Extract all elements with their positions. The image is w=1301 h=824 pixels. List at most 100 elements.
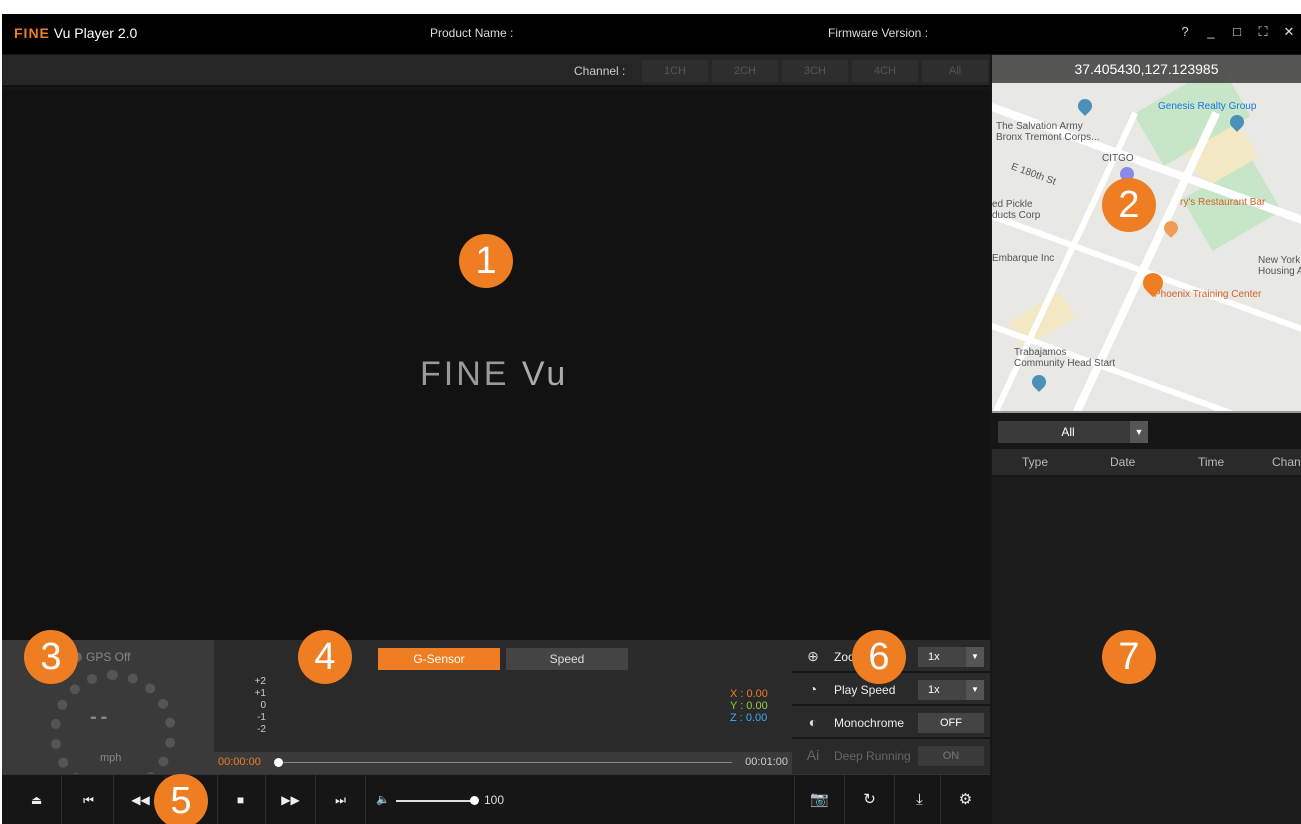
minimize-button[interactable]: _ (1205, 24, 1217, 40)
annotation-badge-4: 4 (298, 630, 352, 684)
maximize-button[interactable]: □ (1231, 24, 1243, 40)
timeline-track[interactable] (278, 762, 732, 763)
app-title: Player 2.0 (74, 25, 138, 41)
graph-scale-label: +2 (254, 676, 266, 687)
gear-icon: ⚙ (958, 791, 973, 808)
rotate-icon: ↻ (863, 791, 876, 808)
volume-value: 100 (484, 793, 505, 807)
speed-value: -- (90, 706, 112, 728)
brand-suffix: Vu (53, 25, 71, 41)
app-logo: FINE Vu Player 2.0 (14, 25, 137, 41)
volume-slider-handle[interactable] (470, 796, 479, 805)
channel-all-button[interactable]: All (922, 60, 988, 82)
eject-icon: ⏏ (30, 793, 43, 807)
brightness-icon: ◐ (808, 714, 818, 730)
map-label-genesis: Genesis Realty Group (1158, 101, 1257, 112)
download-icon: ⤓ (916, 791, 923, 808)
play-speed-select[interactable]: 1x ▼ (918, 680, 984, 700)
graph-scale-label: 0 (260, 700, 266, 711)
video-watermark-logo: FINE Vu (420, 355, 568, 394)
firmware-version-label: Firmware Version : (828, 26, 929, 40)
title-bar: FINE Vu Player 2.0 Product Name : Firmwa… (2, 14, 1301, 54)
column-header-date[interactable]: Date (1110, 455, 1135, 469)
chevron-down-icon: ▼ (966, 647, 984, 667)
stop-button[interactable]: ■ (216, 775, 266, 824)
monochrome-toggle[interactable]: OFF (918, 713, 984, 733)
deep-running-label: Deep Running (834, 749, 911, 763)
map-label-trabajamos: Trabajamos Community Head Start (1014, 347, 1116, 369)
annotation-badge-1: 1 (459, 234, 513, 288)
fullscreen-button[interactable]: ⛶ (1257, 24, 1269, 40)
map-label-newyork: New York Housing A (1258, 255, 1301, 277)
column-header-type[interactable]: Type (1022, 455, 1048, 469)
play-speed-label: Play Speed (834, 683, 896, 697)
volume-slider[interactable] (396, 800, 476, 802)
annotation-badge-6: 6 (852, 630, 906, 684)
channel-3ch-button[interactable]: 3CH (782, 60, 848, 82)
zoom-in-icon: ⊕ (807, 648, 819, 664)
channel-2ch-button[interactable]: 2CH (712, 60, 778, 82)
deep-running-toggle[interactable]: ON (918, 746, 984, 766)
window-controls: ? _ □ ⛶ ✕ (1179, 24, 1295, 40)
gps-map[interactable]: Genesis Realty Group The Salvation Army … (992, 55, 1301, 413)
map-label-pickle: ed Pickle ducts Corp (992, 199, 1041, 221)
download-button[interactable]: ⤓ (894, 775, 944, 824)
brand-mark: FINE (14, 25, 50, 41)
tab-speed[interactable]: Speed (506, 648, 628, 670)
skip-previous-icon: ⏮ (83, 793, 94, 807)
zoom-value: 1x (928, 651, 940, 663)
settings-button[interactable]: ⚙ (940, 775, 990, 824)
fast-forward-icon: ▶▶ (281, 793, 300, 807)
play-speed-value: 1x (928, 684, 940, 696)
monochrome-label: Monochrome (834, 716, 905, 730)
channel-1ch-button[interactable]: 1CH (642, 60, 708, 82)
map-label-phoenix: Phoenix Training Center (1154, 289, 1262, 300)
close-button[interactable]: ✕ (1283, 24, 1295, 40)
graph-scale-label: -2 (257, 724, 266, 735)
eject-button[interactable]: ⏏ (12, 775, 62, 824)
rewind-icon: ◀◀ (131, 793, 150, 807)
annotation-badge-3: 3 (24, 630, 78, 684)
speed-unit: mph (100, 752, 122, 764)
chevron-down-icon: ▼ (1130, 421, 1148, 443)
gps-status-label: GPS Off (86, 650, 131, 664)
fast-forward-button[interactable]: ▶▶ (266, 775, 316, 824)
playback-controls-bar: ⏏ ⏮ ◀◀ ▶ ■ ▶▶ ⏭ 🔈 100 📷 ↻ ⤓ ⚙ (2, 774, 990, 824)
zoom-select[interactable]: 1x ▼ (918, 647, 984, 667)
event-list-panel: All ▼ Type Date Time Channel (992, 415, 1301, 824)
gps-coordinates: 37.405430,127.123985 (992, 55, 1301, 83)
map-label-embarque: Embarque Inc (992, 253, 1055, 264)
y-axis-value: Y : 0.00 (730, 700, 768, 712)
camera-icon: 📷 (810, 791, 829, 808)
column-header-time[interactable]: Time (1198, 455, 1224, 469)
map-pin-icon (1075, 96, 1095, 116)
rotate-button[interactable]: ↻ (844, 775, 894, 824)
snapshot-button[interactable]: 📷 (794, 775, 844, 824)
next-file-button[interactable]: ⏭ (316, 775, 366, 824)
playback-timeline[interactable]: 00:00:00 00:01:00 (214, 752, 792, 774)
skip-next-icon: ⏭ (335, 793, 346, 807)
player-window: FINE Vu Player 2.0 Product Name : Firmwa… (2, 14, 1301, 824)
stop-icon: ■ (236, 793, 245, 807)
tab-g-sensor[interactable]: G-Sensor (378, 648, 500, 670)
help-button[interactable]: ? (1179, 24, 1191, 40)
annotation-badge-5: 5 (154, 774, 208, 824)
event-filter-dropdown[interactable]: All ▼ (998, 421, 1148, 443)
timeline-scrubber-handle[interactable] (274, 758, 283, 767)
previous-file-button[interactable]: ⏮ (64, 775, 114, 824)
volume-icon[interactable]: 🔈 (376, 793, 390, 806)
channel-4ch-button[interactable]: 4CH (852, 60, 918, 82)
event-filter-value: All (1061, 425, 1075, 439)
product-name-label: Product Name : (430, 26, 514, 40)
map-label-street-180: E 180th St (1009, 161, 1058, 188)
z-axis-value: Z : 0.00 (730, 712, 768, 724)
channel-label: Channel : (574, 64, 626, 78)
video-viewport[interactable]: FINE Vu (2, 89, 990, 640)
graph-scale-label: +1 (254, 688, 266, 699)
column-header-channel[interactable]: Channel (1272, 455, 1301, 469)
graph-scale-label: -1 (257, 712, 266, 723)
channel-bar: Channel : 1CH 2CH 3CH 4CH All (2, 55, 990, 87)
annotation-badge-2: 2 (1102, 178, 1156, 232)
map-block (1008, 292, 1076, 348)
video-logo-suffix: Vu (521, 355, 569, 393)
